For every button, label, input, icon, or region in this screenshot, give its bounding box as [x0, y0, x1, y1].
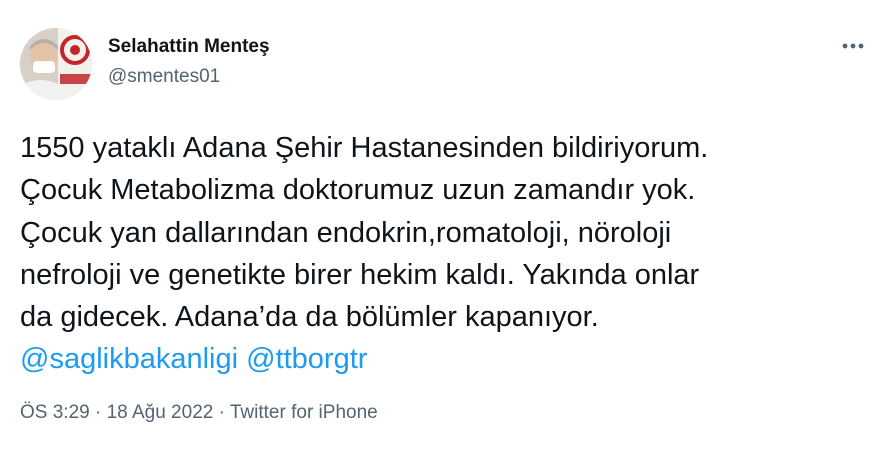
author-handle[interactable]: @smentes01 — [108, 66, 220, 88]
avatar[interactable] — [20, 28, 92, 100]
tweet-card: Selahattin Menteş @smentes01 1550 yatakl… — [0, 0, 879, 451]
tweet-text-line: da gidecek. Adana’da da bölümler kapanıy… — [20, 301, 599, 334]
meta-separator: · — [218, 402, 225, 423]
mention-link[interactable]: @ttborgtr — [246, 343, 367, 375]
mention-link[interactable]: @saglikbakanligi — [20, 343, 238, 375]
profile-photo-icon — [20, 28, 92, 100]
mentions-line: @saglikbakanligi @ttborgtr — [20, 338, 870, 380]
author-name[interactable]: Selahattin Menteş — [108, 36, 270, 58]
tweet-text-line: nefroloji ve genetikte birer hekim kaldı… — [20, 258, 700, 291]
tweet-source[interactable]: Twitter for iPhone — [230, 402, 378, 423]
more-options-icon[interactable] — [838, 36, 868, 56]
tweet-text-line: Çocuk yan dallarından endokrin,romatoloj… — [20, 216, 672, 249]
tweet-time[interactable]: ÖS 3:29 — [20, 402, 90, 423]
meta-separator: · — [95, 402, 102, 423]
tweet-meta: ÖS 3:29 · 18 Ağu 2022 · Twitter for iPho… — [20, 402, 378, 424]
tweet-text-line: 1550 yataklı Adana Şehir Hastanesinden b… — [20, 132, 709, 164]
tweet-text: 1550 yataklı Adana Şehir Hastanesinden b… — [20, 127, 870, 381]
tweet-text-line: Çocuk Metabolizma doktorumuz uzun zamand… — [20, 174, 696, 207]
tweet-date[interactable]: 18 Ağu 2022 — [107, 402, 214, 423]
